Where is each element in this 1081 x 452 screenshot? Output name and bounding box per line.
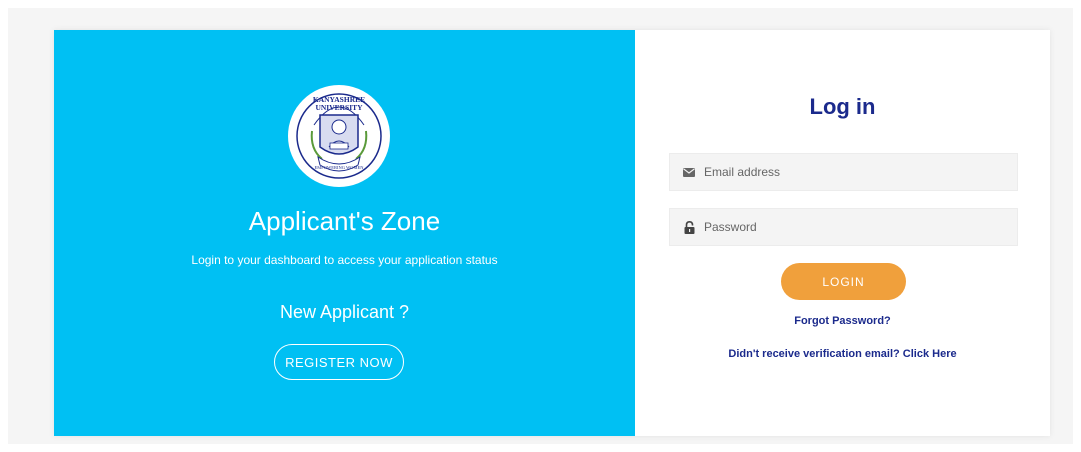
login-button[interactable]: LOGIN	[781, 263, 906, 300]
password-input[interactable]	[704, 220, 1017, 234]
svg-text:UNIVERSITY: UNIVERSITY	[315, 103, 363, 112]
login-panel: Log in LOGIN Forgot Password? Di	[635, 30, 1050, 436]
resend-verification-link[interactable]: Didn't receive verification email? Click…	[635, 348, 1050, 360]
register-now-button[interactable]: REGISTER NOW	[274, 344, 404, 380]
password-field[interactable]	[669, 208, 1018, 246]
email-field[interactable]	[669, 153, 1018, 191]
university-logo: KANYASHREE UNIVERSITY EMPOWERING WOMEN	[288, 85, 390, 187]
envelope-icon	[682, 165, 696, 179]
applicant-zone-panel: KANYASHREE UNIVERSITY EMPOWERING WOMEN A…	[54, 30, 635, 436]
applicant-zone-subtitle: Login to your dashboard to access your a…	[191, 253, 498, 267]
lock-icon	[682, 220, 696, 234]
forgot-password-link[interactable]: Forgot Password?	[635, 315, 1050, 327]
login-card: KANYASHREE UNIVERSITY EMPOWERING WOMEN A…	[54, 30, 1050, 436]
university-seal-icon: KANYASHREE UNIVERSITY EMPOWERING WOMEN	[289, 86, 389, 186]
applicant-zone-title: Applicant's Zone	[248, 206, 441, 236]
email-input[interactable]	[704, 165, 1017, 179]
new-applicant-heading: New Applicant ?	[279, 302, 410, 322]
svg-text:EMPOWERING WOMEN: EMPOWERING WOMEN	[314, 165, 364, 170]
login-title: Log in	[809, 94, 876, 119]
